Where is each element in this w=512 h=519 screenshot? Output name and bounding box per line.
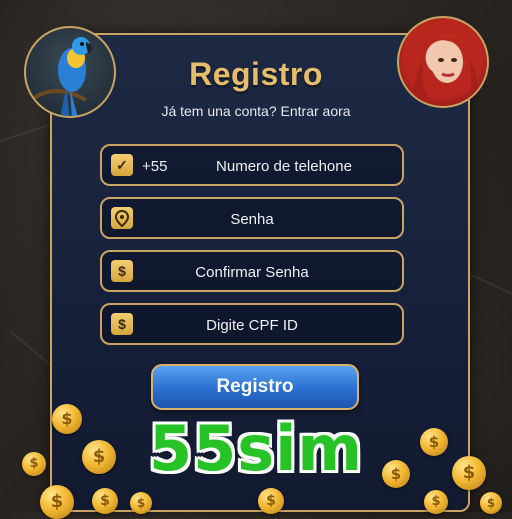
coin-icon: $ [92,488,118,514]
phone-field[interactable]: ✓ +55 Numero de telehone [100,144,404,186]
cpf-placeholder: Digite CPF ID [206,317,298,334]
coin-icon: $ [424,490,448,514]
phone-placeholder: Numero de telehone [216,158,352,175]
password-placeholder: Senha [230,211,274,228]
brand-logo: 55sim [148,412,364,485]
confirm-password-field[interactable]: $ Confirmar Senha [100,250,404,292]
password-field[interactable]: Senha [100,197,404,239]
cpf-field[interactable]: $ Digite CPF ID [100,303,404,345]
coin-icon: $ [480,492,502,514]
page-title: Registro [189,56,323,92]
check-icon: ✓ [111,154,133,176]
coin-icon: $ [258,488,284,514]
coin-icon: $ [40,485,74,519]
coin-icon: $ [130,492,152,514]
login-prompt-link[interactable]: Já tem una conta? Entrar aora [0,103,512,119]
register-button[interactable]: Registro [151,364,359,410]
confirm-password-placeholder: Confirmar Senha [195,264,309,281]
